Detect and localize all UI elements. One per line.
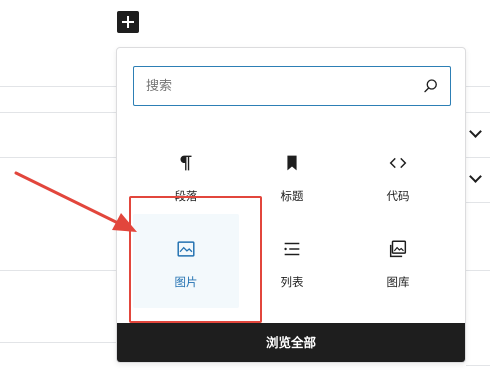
divider	[466, 86, 490, 87]
block-item-gallery[interactable]: 图库	[345, 214, 451, 308]
list-icon	[284, 242, 300, 256]
paragraph-icon	[180, 155, 192, 171]
divider	[0, 86, 116, 87]
divider	[0, 342, 116, 343]
code-icon	[389, 157, 407, 169]
divider	[466, 202, 490, 203]
divider	[0, 270, 116, 271]
block-label: 代码	[386, 189, 410, 203]
search-field[interactable]	[133, 66, 451, 106]
bookmark-icon	[287, 155, 297, 171]
divider	[0, 157, 116, 158]
divider	[466, 365, 490, 366]
block-label: 图库	[386, 275, 410, 289]
block-item-code[interactable]: 代码	[345, 128, 451, 222]
chevron-down-icon[interactable]	[469, 125, 482, 138]
divider	[466, 270, 490, 271]
divider	[466, 112, 490, 113]
search-input[interactable]	[134, 67, 450, 105]
browse-all-button[interactable]: 浏览全部	[117, 323, 465, 362]
search-icon[interactable]	[422, 77, 440, 95]
annotation-highlight-box	[129, 196, 262, 323]
chevron-down-icon[interactable]	[469, 170, 482, 183]
divider	[0, 112, 116, 113]
gallery-icon	[389, 240, 407, 258]
plus-icon[interactable]	[117, 11, 139, 33]
divider	[466, 157, 490, 158]
